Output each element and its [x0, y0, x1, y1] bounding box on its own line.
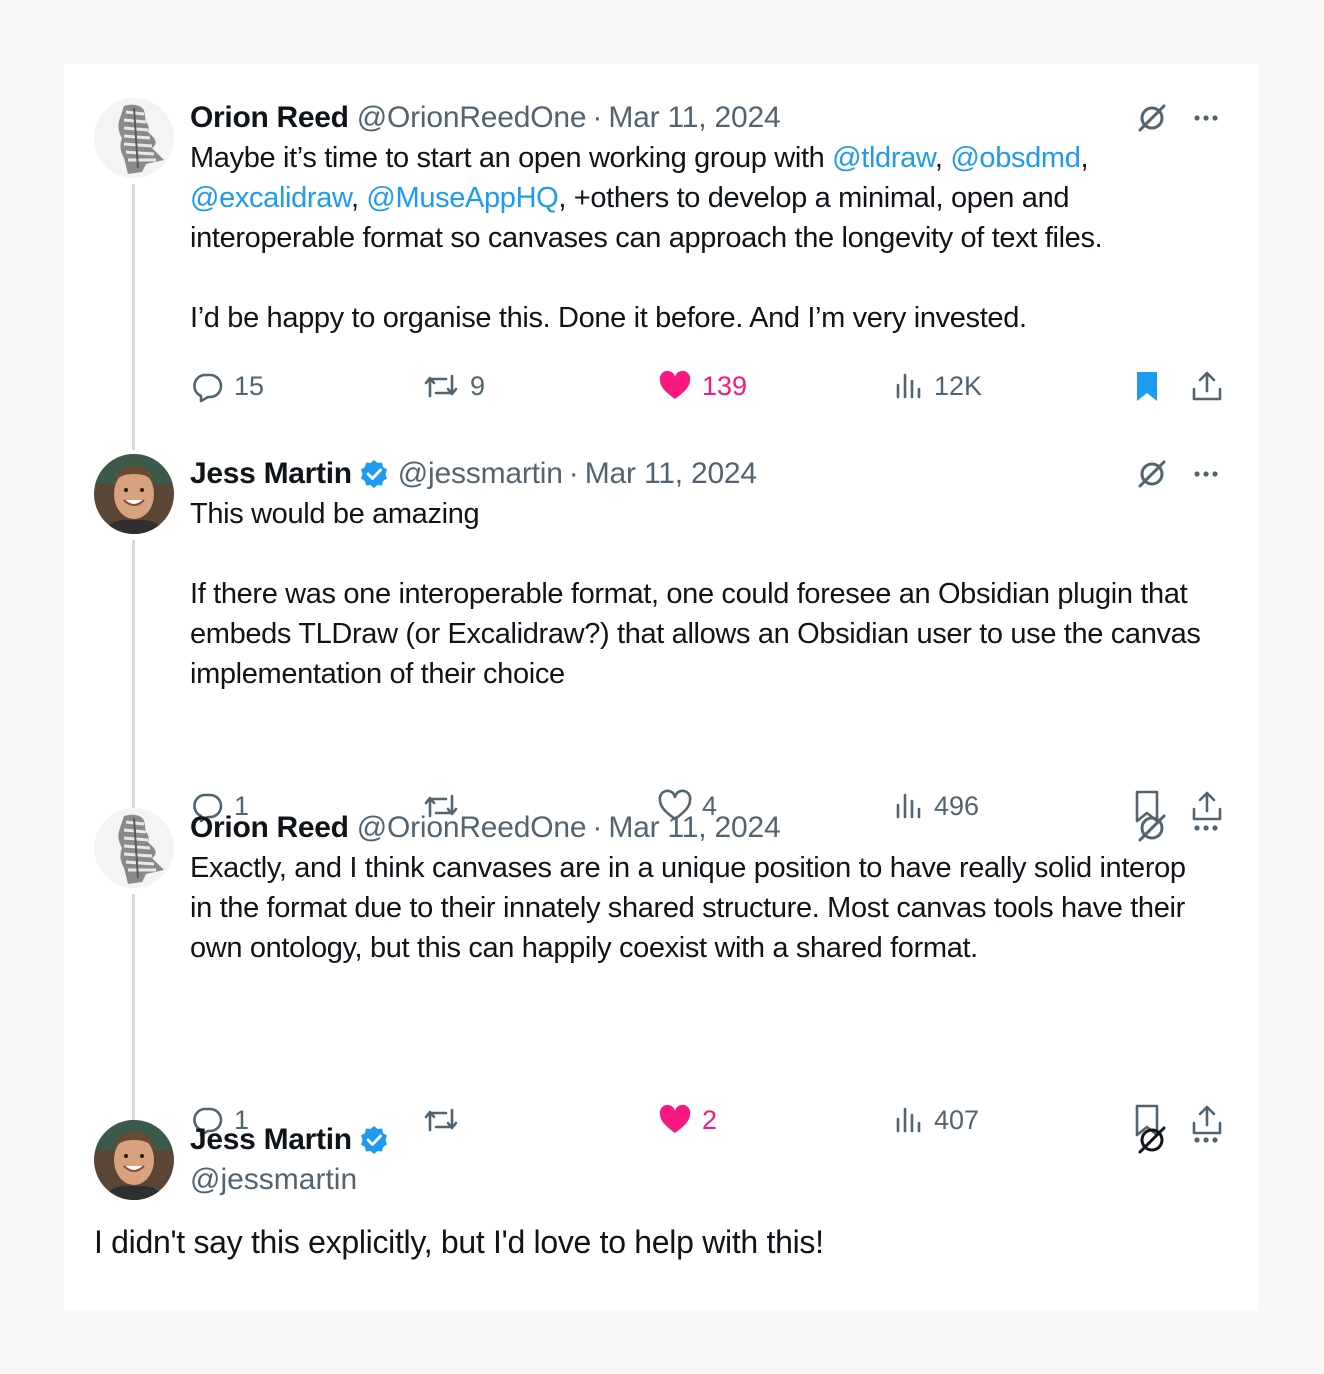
more-icon[interactable] [1190, 1124, 1222, 1156]
author-handle[interactable]: @OrionReedOne [357, 808, 587, 848]
views-icon [894, 789, 924, 823]
tweet-header: Orion Reed @OrionReedOne · Mar 11, 2024 [190, 98, 781, 138]
reply-button[interactable]: 15 [190, 366, 264, 406]
views-button[interactable]: 407 [894, 1100, 979, 1140]
like-count: 139 [702, 370, 748, 401]
like-button[interactable]: 139 [658, 366, 747, 406]
separator: · [592, 811, 603, 844]
views-button[interactable]: 496 [894, 786, 979, 826]
grok-slash-icon[interactable] [1136, 458, 1168, 490]
text-paragraph: If there was one interoperable format, o… [190, 578, 1201, 690]
repost-button[interactable]: 9 [422, 366, 485, 406]
repost-button[interactable] [422, 1100, 470, 1140]
tweet-top-actions [1136, 454, 1222, 494]
author-name[interactable]: Jess Martin [190, 1120, 352, 1160]
thread-card: Orion Reed @OrionReedOne · Mar 11, 2024 … [64, 64, 1258, 1310]
text-paragraph: This would be amazing [190, 498, 480, 530]
repost-icon [422, 369, 460, 403]
grok-slash-icon[interactable] [1136, 102, 1168, 134]
like-button[interactable]: 2 [658, 1100, 717, 1140]
mention-link[interactable]: @MuseAppHQ [366, 182, 558, 214]
text-segment: Maybe it’s time to start an open working… [190, 142, 833, 174]
like-count: 2 [702, 1104, 718, 1135]
grok-slash-icon[interactable] [1136, 1124, 1168, 1156]
focused-tweet-text: I didn't say this explicitly, but I'd lo… [94, 1224, 824, 1260]
tweet-header: Jess Martin @jessmartin [190, 1120, 390, 1200]
tweet-text: Exactly, and I think canvases are in a u… [190, 848, 1190, 968]
view-count: 12K [934, 370, 983, 401]
tweet-text: Maybe it’s time to start an open working… [190, 138, 1230, 338]
name-row: Jess Martin [190, 1120, 390, 1160]
tweet-header: Jess Martin @jessmartin · Mar 11, 2024 [190, 454, 757, 494]
tweet-text: This would be amazing If there was one i… [190, 494, 1240, 694]
views-icon [894, 369, 924, 403]
tweet-top-actions [1136, 1120, 1222, 1160]
tweet-date[interactable]: Mar 11, 2024 [608, 98, 780, 138]
verified-badge-icon[interactable] [358, 458, 390, 490]
avatar-orion[interactable] [94, 98, 174, 178]
author-handle[interactable]: @OrionReedOne [357, 98, 587, 138]
text-segment: , [351, 182, 367, 214]
bookmark-icon [1130, 369, 1164, 403]
avatar-jess[interactable] [94, 454, 174, 534]
tweet-date[interactable]: Mar 11, 2024 [608, 808, 780, 848]
like-icon [658, 1103, 692, 1137]
author-name[interactable]: Orion Reed [190, 98, 349, 138]
views-button[interactable]: 12K [894, 366, 982, 406]
tweet-top-actions [1136, 808, 1222, 848]
avatar-orion[interactable] [94, 808, 174, 888]
repost-count: 9 [470, 370, 486, 401]
grok-slash-icon[interactable] [1136, 812, 1168, 844]
more-icon[interactable] [1190, 102, 1222, 134]
tweet-top-actions [1136, 98, 1222, 138]
more-icon[interactable] [1190, 812, 1222, 844]
share-icon [1190, 369, 1224, 403]
tweet-actions: 15 9 139 12K [190, 366, 1224, 406]
mention-link[interactable]: @excalidraw [190, 182, 351, 214]
mention-link[interactable]: @obsdmd [950, 142, 1081, 174]
reply-count: 15 [234, 370, 265, 401]
more-icon[interactable] [1190, 458, 1222, 490]
reply-icon [190, 369, 224, 403]
repost-icon [422, 1103, 460, 1137]
author-name[interactable]: Orion Reed [190, 808, 349, 848]
share-button[interactable] [1190, 366, 1224, 406]
verified-badge-icon[interactable] [358, 1124, 390, 1156]
views-icon [894, 1103, 924, 1137]
view-count: 496 [934, 790, 980, 821]
separator: · [592, 101, 603, 134]
tweet-date[interactable]: Mar 11, 2024 [585, 454, 757, 494]
text-paragraph: I’d be happy to organise this. Done it b… [190, 302, 1027, 334]
text-segment: , [934, 142, 951, 174]
separator: · [568, 457, 579, 490]
bookmark-button[interactable] [1130, 366, 1164, 406]
view-count: 407 [934, 1104, 980, 1135]
like-icon [658, 369, 692, 403]
thread-line [132, 184, 135, 450]
avatar-jess[interactable] [94, 1120, 174, 1200]
author-name[interactable]: Jess Martin [190, 454, 352, 494]
text-paragraph: Exactly, and I think canvases are in a u… [190, 852, 1186, 964]
author-handle[interactable]: @jessmartin [398, 454, 563, 494]
author-handle[interactable]: @jessmartin [190, 1160, 390, 1200]
tweet-header: Orion Reed @OrionReedOne · Mar 11, 2024 [190, 808, 781, 848]
text-segment: , [1080, 142, 1089, 174]
mention-link[interactable]: @tldraw [832, 142, 935, 174]
